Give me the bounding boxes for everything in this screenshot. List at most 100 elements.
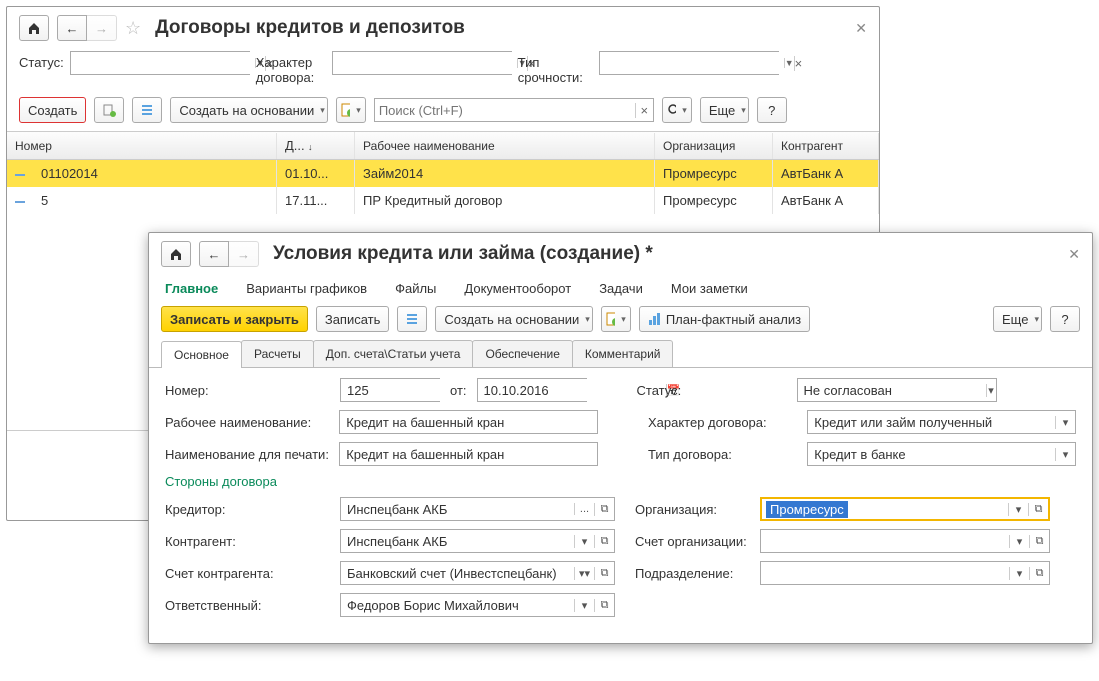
tab-tasks[interactable]: Задачи: [599, 281, 643, 296]
chevron-down-icon[interactable]: ▾: [574, 535, 594, 548]
nav-tabs: Главное Варианты графиков Файлы Документ…: [149, 275, 1092, 306]
create-based-button[interactable]: Создать на основании: [170, 97, 327, 123]
favorite-icon[interactable]: ☆: [125, 18, 141, 39]
tab-notes[interactable]: Мои заметки: [671, 281, 748, 296]
resp-field[interactable]: ▾⧉: [340, 593, 615, 617]
ka-label: Контрагент:: [165, 534, 330, 549]
search-input[interactable]: ×: [374, 98, 654, 122]
chevron-down-icon[interactable]: ▾: [986, 384, 996, 397]
copy-icon: [102, 103, 116, 117]
select-icon[interactable]: ...: [574, 503, 594, 515]
orgacc-field[interactable]: ▾⧉: [760, 529, 1050, 553]
tab-workflow[interactable]: Документооборот: [464, 281, 571, 296]
tab-files[interactable]: Файлы: [395, 281, 436, 296]
help-button[interactable]: ?: [1050, 306, 1080, 332]
window-title: Договоры кредитов и депозитов: [155, 17, 465, 39]
filter-bar: Статус: ▼× Характер договора: ▼× Тип сро…: [7, 49, 879, 93]
chevron-down-icon[interactable]: ▾: [1055, 448, 1075, 461]
date-field[interactable]: 📅: [477, 378, 587, 402]
close-button[interactable]: ✕: [1068, 246, 1080, 263]
arrow-right-icon: →: [95, 21, 108, 36]
subtab-main[interactable]: Основное: [161, 341, 242, 368]
org-field[interactable]: Промресурс▾⧉: [760, 497, 1050, 521]
list-button[interactable]: [397, 306, 427, 332]
save-button[interactable]: Записать: [316, 306, 390, 332]
toolbar: Записать и закрыть Записать Создать на о…: [149, 306, 1092, 340]
conditions-window: ← → Условия кредита или займа (создание)…: [148, 232, 1093, 644]
col-name[interactable]: Рабочее наименование: [355, 133, 655, 159]
open-icon[interactable]: ⧉: [594, 503, 614, 516]
dept-label: Подразделение:: [635, 566, 750, 581]
clear-icon[interactable]: ×: [635, 103, 653, 118]
open-icon[interactable]: ⧉: [594, 567, 614, 580]
clear-icon[interactable]: ×: [794, 56, 803, 71]
tab-variants[interactable]: Варианты графиков: [246, 281, 367, 296]
open-icon[interactable]: ⧉: [1028, 503, 1048, 516]
subtab-security[interactable]: Обеспечение: [472, 340, 572, 367]
row-marker-icon: [15, 174, 25, 176]
chevron-down-icon[interactable]: ▾: [1009, 567, 1029, 580]
kaacc-field[interactable]: ▾▾⧉: [340, 561, 615, 585]
titlebar: ← → Условия кредита или займа (создание)…: [149, 233, 1092, 275]
tab-main[interactable]: Главное: [165, 281, 218, 296]
subtab-accounts[interactable]: Доп. счета\Статьи учета: [313, 340, 474, 367]
table-row[interactable]: 5 17.11... ПР Кредитный договор Промресу…: [7, 187, 879, 214]
printname-field[interactable]: [339, 442, 598, 466]
report-icon: [341, 103, 350, 117]
dept-field[interactable]: ▾⧉: [760, 561, 1050, 585]
type-label: Тип договора:: [648, 447, 797, 462]
help-button[interactable]: ?: [757, 97, 787, 123]
copy-button[interactable]: [94, 97, 124, 123]
col-org[interactable]: Организация: [655, 133, 773, 159]
back-button[interactable]: ←: [57, 15, 87, 41]
create-button[interactable]: Создать: [19, 97, 86, 123]
forward-button[interactable]: →: [87, 15, 117, 41]
type-filter[interactable]: ▼×: [599, 51, 779, 75]
find-button[interactable]: [662, 97, 692, 123]
char-field[interactable]: ▾: [807, 410, 1076, 434]
col-contractor[interactable]: Контрагент: [773, 133, 879, 159]
org-label: Организация:: [635, 502, 750, 517]
reports-button[interactable]: [336, 97, 366, 123]
home-button[interactable]: [19, 15, 49, 41]
subtab-calc[interactable]: Расчеты: [241, 340, 314, 367]
list-button[interactable]: [132, 97, 162, 123]
open-icon[interactable]: ⧉: [1029, 535, 1049, 548]
open-icon[interactable]: ⧉: [594, 535, 614, 548]
ka-field[interactable]: ▾⧉: [340, 529, 615, 553]
chevron-down-icon[interactable]: ▾: [1055, 416, 1075, 429]
chevron-down-icon[interactable]: ▾: [1008, 503, 1028, 516]
more-button[interactable]: Еще: [993, 306, 1042, 332]
save-close-button[interactable]: Записать и закрыть: [161, 306, 308, 332]
plan-fact-button[interactable]: План-фактный анализ: [639, 306, 810, 332]
status-field[interactable]: ▾: [797, 378, 997, 402]
reports-button[interactable]: [601, 306, 631, 332]
home-icon: [169, 247, 183, 261]
create-based-button[interactable]: Создать на основании: [435, 306, 592, 332]
nav-buttons: ← →: [199, 241, 259, 267]
arrow-left-icon: ←: [208, 247, 221, 262]
orgacc-label: Счет организации:: [635, 534, 750, 549]
creditor-field[interactable]: ...⧉: [340, 497, 615, 521]
open-icon[interactable]: ⧉: [1029, 567, 1049, 580]
subtab-comment[interactable]: Комментарий: [572, 340, 674, 367]
col-date[interactable]: Д... ↓: [277, 132, 355, 159]
table-row[interactable]: 01102014 01.10... Займ2014 Промресурс Ав…: [7, 160, 879, 187]
type-field[interactable]: ▾: [807, 442, 1076, 466]
number-field[interactable]: [340, 378, 440, 402]
chevron-down-icon[interactable]: ▾: [1009, 535, 1029, 548]
chevron-down-icon[interactable]: ▾▾: [574, 567, 594, 580]
close-button[interactable]: ✕: [855, 20, 867, 37]
open-icon[interactable]: ⧉: [594, 599, 614, 612]
back-button[interactable]: ←: [199, 241, 229, 267]
col-number[interactable]: Номер: [7, 133, 277, 159]
forward-button[interactable]: →: [229, 241, 259, 267]
workname-field[interactable]: [339, 410, 598, 434]
char-filter-label: Характер договора:: [256, 51, 326, 85]
chevron-down-icon[interactable]: ▾: [574, 599, 594, 612]
chevron-down-icon[interactable]: ▼: [784, 58, 794, 68]
char-filter[interactable]: ▼×: [332, 51, 512, 75]
more-button[interactable]: Еще: [700, 97, 749, 123]
status-filter[interactable]: ▼×: [70, 51, 250, 75]
home-button[interactable]: [161, 241, 191, 267]
